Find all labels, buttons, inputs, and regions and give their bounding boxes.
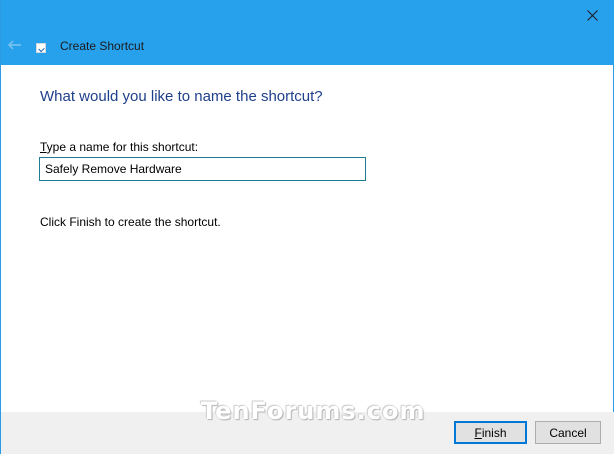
create-shortcut-window: Create Shortcut What would you like to n… [0, 0, 614, 454]
finish-mnemonic: F [474, 425, 482, 440]
title-bar: Create Shortcut [1, 0, 614, 65]
shortcut-icon [36, 43, 46, 53]
back-button[interactable] [5, 36, 25, 54]
watermark: TenForums.com [201, 397, 426, 425]
finish-rest: inish [481, 425, 507, 440]
finish-button[interactable]: Finish [454, 421, 527, 444]
back-arrow-icon [8, 40, 21, 50]
cancel-button[interactable]: Cancel [535, 421, 601, 444]
label-mnemonic: T [40, 140, 47, 154]
finish-hint: Click Finish to create the shortcut. [40, 215, 221, 229]
shortcut-name-input[interactable] [39, 157, 366, 181]
label-rest: ype a name for this shortcut: [46, 140, 199, 154]
name-field-label: Type a name for this shortcut: [40, 140, 198, 154]
window-title: Create Shortcut [60, 39, 145, 53]
close-icon [586, 9, 598, 21]
page-heading: What would you like to name the shortcut… [40, 88, 323, 105]
close-button[interactable] [569, 0, 614, 30]
